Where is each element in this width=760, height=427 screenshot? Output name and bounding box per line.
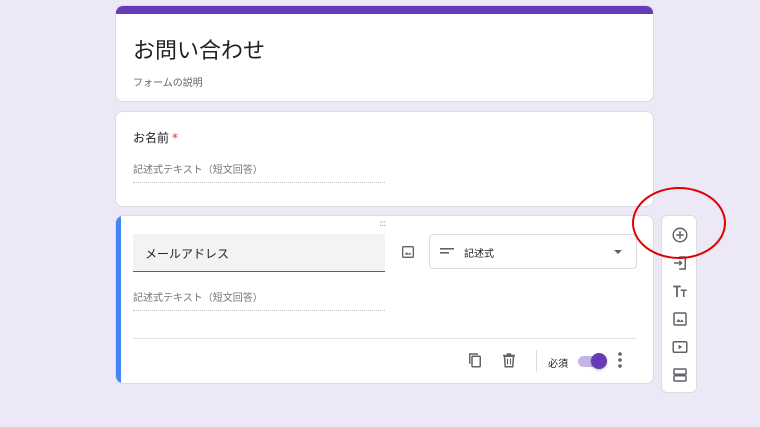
question-card-email[interactable]: ::: メールアドレス 記述式 記述式テキスト（短文回答） 必須 xyxy=(115,215,654,384)
add-question-icon[interactable] xyxy=(671,226,689,244)
form-title[interactable]: お問い合わせ xyxy=(133,33,265,65)
question-title: お名前 * xyxy=(133,129,178,146)
trash-icon[interactable] xyxy=(500,351,518,369)
card-footer-divider xyxy=(133,338,636,339)
copy-icon[interactable] xyxy=(466,351,484,369)
drag-handle-icon[interactable]: ::: xyxy=(379,220,386,229)
question-type-label: 記述式 xyxy=(464,249,494,260)
footer-vertical-divider xyxy=(536,350,537,372)
side-toolbar xyxy=(661,215,697,393)
question-type-select[interactable]: 記述式 xyxy=(429,234,637,269)
required-label: 必須 xyxy=(548,359,568,370)
short-answer-placeholder: 記述式テキスト（短文回答） xyxy=(133,289,385,311)
accent-top-bar xyxy=(116,6,653,14)
question-title-input[interactable]: メールアドレス xyxy=(133,234,385,272)
question-title-text: メールアドレス xyxy=(145,247,230,261)
add-image-icon[interactable] xyxy=(671,310,689,328)
question-title-text: お名前 xyxy=(133,131,170,145)
required-asterisk: * xyxy=(172,131,179,145)
more-vert-icon[interactable] xyxy=(616,351,624,369)
import-questions-icon[interactable] xyxy=(671,254,689,272)
active-indicator-bar xyxy=(116,216,121,383)
form-title-card[interactable]: お問い合わせ フォームの説明 xyxy=(115,5,654,102)
add-title-icon[interactable] xyxy=(671,282,689,300)
question-card-name[interactable]: お名前 * 記述式テキスト（短文回答） xyxy=(115,111,654,207)
dropdown-arrow-icon xyxy=(614,250,622,254)
required-toggle[interactable] xyxy=(578,353,608,369)
add-video-icon[interactable] xyxy=(671,338,689,356)
form-description[interactable]: フォームの説明 xyxy=(133,74,203,89)
image-icon[interactable] xyxy=(400,244,416,260)
short-answer-placeholder: 記述式テキスト（短文回答） xyxy=(133,161,385,183)
short-text-icon xyxy=(440,248,454,254)
toggle-knob xyxy=(591,353,607,369)
add-section-icon[interactable] xyxy=(671,366,689,384)
